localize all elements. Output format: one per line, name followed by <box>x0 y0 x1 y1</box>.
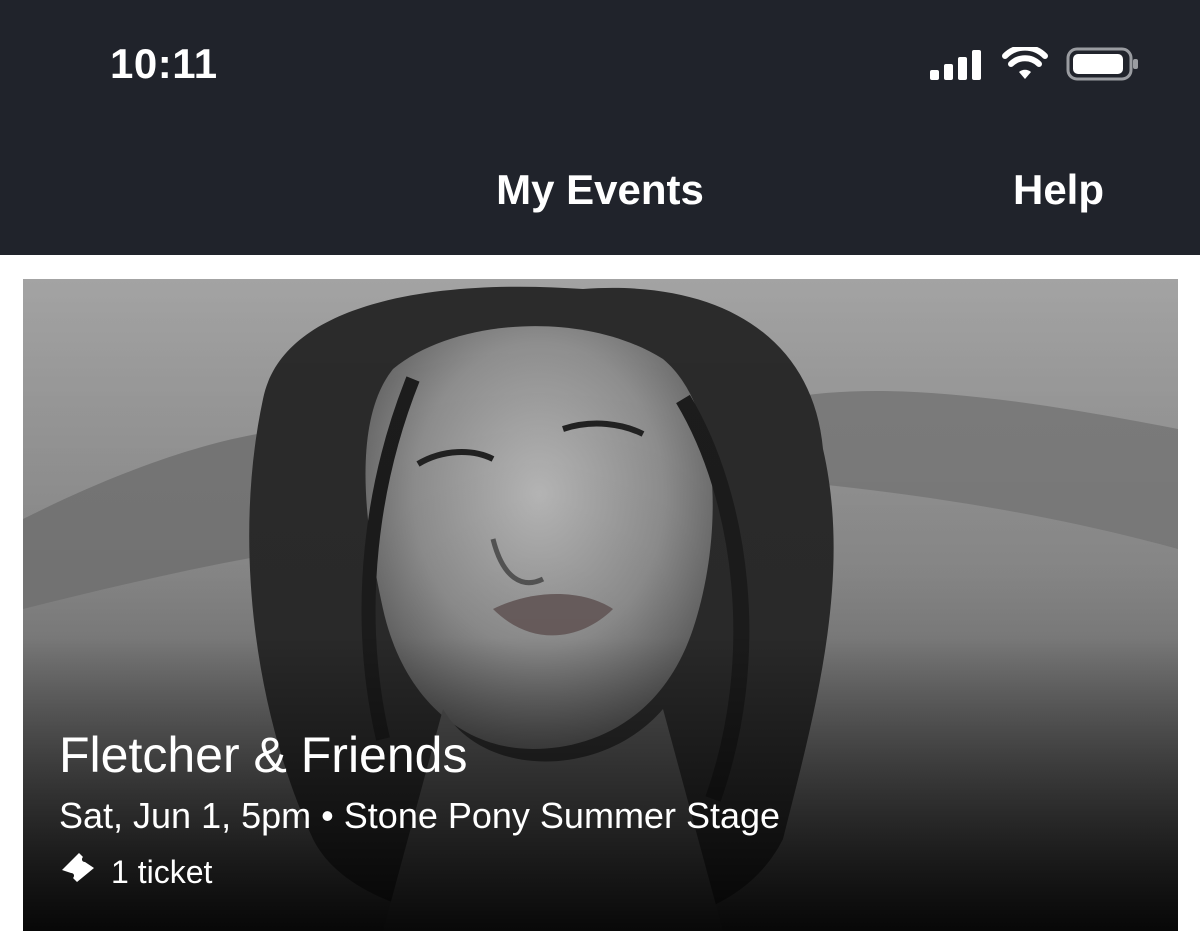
app-header: 10:11 My Events Help <box>0 0 1200 255</box>
help-button[interactable]: Help <box>1013 166 1104 214</box>
ticket-icon <box>59 850 97 893</box>
event-details: Fletcher & Friends Sat, Jun 1, 5pm • Sto… <box>59 726 1142 893</box>
status-icons <box>928 44 1140 87</box>
cellular-signal-icon <box>928 48 984 85</box>
meta-separator: • <box>321 795 334 836</box>
event-venue: Stone Pony Summer Stage <box>343 795 781 836</box>
ticket-count-row: 1 ticket <box>59 850 1142 893</box>
wifi-icon <box>1002 44 1048 86</box>
my-events-screen: 10:11 My Events Help Fletcher & Friends … <box>0 0 1200 946</box>
event-title: Fletcher & Friends <box>59 727 468 783</box>
event-date: Sat, Jun 1, 5pm <box>59 795 312 836</box>
battery-icon <box>1066 46 1140 87</box>
event-meta: Sat, Jun 1, 5pm • Stone Pony Summer Stag… <box>59 794 1142 838</box>
event-card[interactable]: Fletcher & Friends Sat, Jun 1, 5pm • Sto… <box>23 279 1178 931</box>
status-time: 10:11 <box>110 40 218 87</box>
ticket-count: 1 ticket <box>111 853 213 890</box>
